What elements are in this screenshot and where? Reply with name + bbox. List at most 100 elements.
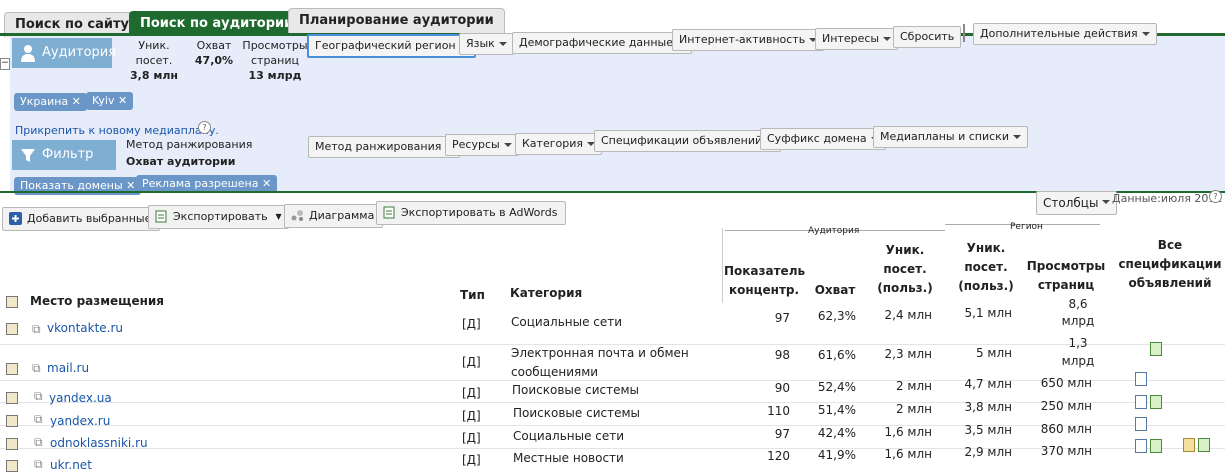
unique-region-cell: 4,7 млн: [964, 377, 1012, 391]
ranking-method-value: Охват аудитории: [126, 155, 236, 168]
reset-button[interactable]: Сбросить: [893, 26, 962, 48]
pageviews-cell: 650 млн: [1040, 376, 1092, 390]
concentration-cell: 97: [774, 311, 790, 325]
ranking-method-dropdown[interactable]: Метод ранжирования: [308, 136, 461, 158]
collapse-icon[interactable]: −: [0, 58, 10, 70]
type-cell: [Д]: [462, 431, 481, 445]
audience-label: Аудитория: [42, 45, 117, 60]
header-unique-users[interactable]: Уник. посет. (польз.): [874, 241, 936, 298]
placement-link[interactable]: odnoklassniki.ru: [50, 436, 148, 450]
header-reach[interactable]: Охват: [812, 281, 858, 300]
adwords-export-icon: [383, 206, 395, 219]
filter-label: Фильтр: [42, 147, 94, 162]
ranking-method-label: Метод ранжирования: [126, 138, 253, 151]
chart-button[interactable]: Диаграмма: [284, 204, 384, 228]
unique-users-cell: 1,6 млн: [884, 425, 932, 439]
chip-ukraine[interactable]: Украина ✕: [14, 93, 87, 111]
unique-users-cell: 1,6 млн: [884, 447, 932, 461]
external-link-icon[interactable]: ⧉: [32, 361, 41, 376]
ad-spec-icon[interactable]: [1135, 417, 1147, 431]
data-period-label: Данные:июля 2011: [1112, 192, 1223, 205]
header-type[interactable]: Тип: [460, 286, 485, 305]
mediaplans-dropdown[interactable]: Медиапланы и списки: [873, 126, 1028, 148]
ad-spec-icon[interactable]: [1150, 395, 1162, 409]
resources-dropdown[interactable]: Ресурсы: [445, 134, 519, 156]
row-checkbox[interactable]: [6, 460, 18, 472]
unique-region-cell: 5 млн: [975, 346, 1012, 360]
row-checkbox[interactable]: [6, 363, 18, 375]
data-help-icon[interactable]: ?: [1209, 190, 1222, 203]
unique-users-cell: 2 млн: [895, 379, 932, 393]
placement-link[interactable]: yandex.ua: [49, 391, 112, 405]
header-ad-specs[interactable]: Все спецификации объявлений: [1115, 236, 1225, 293]
external-link-icon[interactable]: ⧉: [34, 412, 43, 427]
reach-cell: 52,4%: [817, 380, 856, 394]
interests-dropdown[interactable]: Интересы: [815, 28, 899, 50]
tab-audience-planning[interactable]: Планирование аудитории: [288, 8, 505, 33]
reach-cell: 61,6%: [817, 348, 856, 362]
ad-spec-icon[interactable]: [1150, 439, 1162, 453]
placement-link[interactable]: mail.ru: [47, 361, 89, 375]
type-cell: [Д]: [462, 453, 481, 467]
group-audience-label: Аудитория: [808, 226, 860, 236]
ad-spec-icon[interactable]: [1135, 395, 1147, 409]
unique-users-cell: 2,4 млн: [884, 308, 932, 322]
type-cell: [Д]: [462, 355, 481, 369]
unique-region-cell: 2,9 млн: [964, 445, 1012, 459]
pageviews-cell: 860 млн: [1040, 422, 1092, 436]
header-placement[interactable]: Место размещения: [30, 292, 164, 311]
category-dropdown[interactable]: Категория: [515, 133, 602, 155]
category-cell: Местные новости: [513, 451, 624, 465]
domain-suffix-dropdown[interactable]: Суффикс домена: [760, 128, 886, 150]
language-dropdown[interactable]: Язык: [459, 33, 514, 55]
row-checkbox[interactable]: [6, 438, 18, 450]
demographics-dropdown[interactable]: Демографические данные: [512, 32, 692, 54]
concentration-cell: 120: [767, 449, 790, 463]
placement-link[interactable]: vkontakte.ru: [47, 321, 123, 335]
external-link-icon[interactable]: ⧉: [34, 435, 43, 450]
export-button[interactable]: Экспортировать ▼: [148, 205, 289, 229]
category-cell: Поисковые системы: [513, 406, 640, 420]
row-checkbox[interactable]: [6, 392, 18, 404]
concentration-cell: 98: [774, 348, 790, 362]
header-pageviews[interactable]: Просмотры страниц: [1024, 257, 1108, 295]
funnel-icon: [21, 149, 35, 162]
select-all-checkbox[interactable]: [6, 296, 18, 308]
more-actions-dropdown[interactable]: Дополнительные действия: [973, 23, 1157, 45]
header-unique-region[interactable]: Уник. посет. (польз.): [955, 239, 1017, 296]
category-cell: Социальные сети: [513, 429, 625, 443]
pageviews-cell: 370 млн: [1040, 444, 1092, 458]
ad-spec-icon[interactable]: [1135, 439, 1147, 453]
geo-region-dropdown[interactable]: Географический регион: [307, 34, 476, 58]
internet-activity-dropdown[interactable]: Интернет-активность: [672, 29, 825, 51]
add-selected-button[interactable]: Добавить выбранные: [2, 207, 161, 231]
unique-region-cell: 3,5 млн: [964, 423, 1012, 437]
reach-cell: 41,9%: [817, 448, 856, 462]
help-icon[interactable]: ?: [198, 121, 211, 134]
ad-spec-icon[interactable]: [1198, 438, 1210, 452]
row-checkbox[interactable]: [6, 323, 18, 335]
ad-spec-icon[interactable]: [1150, 342, 1162, 356]
placement-link[interactable]: yandex.ru: [50, 414, 110, 428]
category-cell: Электронная почта и обмен сообщениями: [511, 346, 689, 379]
pageviews-cell: 250 млн: [1040, 399, 1092, 413]
row-checkbox[interactable]: [6, 415, 18, 427]
chip-kyiv[interactable]: Kyiv ✕: [86, 92, 134, 110]
stat-unique-visitors: Уник. посет. 3,8 млн: [130, 39, 178, 82]
category-cell: Социальные сети: [511, 315, 623, 329]
audience-badge: Аудитория: [12, 38, 116, 68]
concentration-cell: 110: [767, 404, 790, 418]
external-link-icon[interactable]: ⧉: [32, 322, 41, 337]
category-cell: Поисковые системы: [512, 383, 639, 397]
ad-specs-dropdown[interactable]: Спецификации объявлений: [594, 130, 782, 152]
ad-spec-icon[interactable]: [1183, 438, 1195, 452]
chevron-down-icon: ▼: [275, 212, 282, 221]
export-adwords-button[interactable]: Экспортировать в AdWords: [376, 201, 567, 225]
attach-mediaplan-link[interactable]: Прикрепить к новому медиаплану.: [15, 124, 219, 137]
header-concentration[interactable]: Показатель концентр.: [724, 262, 805, 300]
filter-badge: Фильтр: [12, 140, 116, 170]
columns-dropdown[interactable]: Столбцы: [1036, 191, 1118, 215]
header-category[interactable]: Категория: [510, 284, 582, 303]
ad-spec-icon[interactable]: [1135, 372, 1147, 386]
external-link-icon[interactable]: ⧉: [34, 389, 43, 404]
